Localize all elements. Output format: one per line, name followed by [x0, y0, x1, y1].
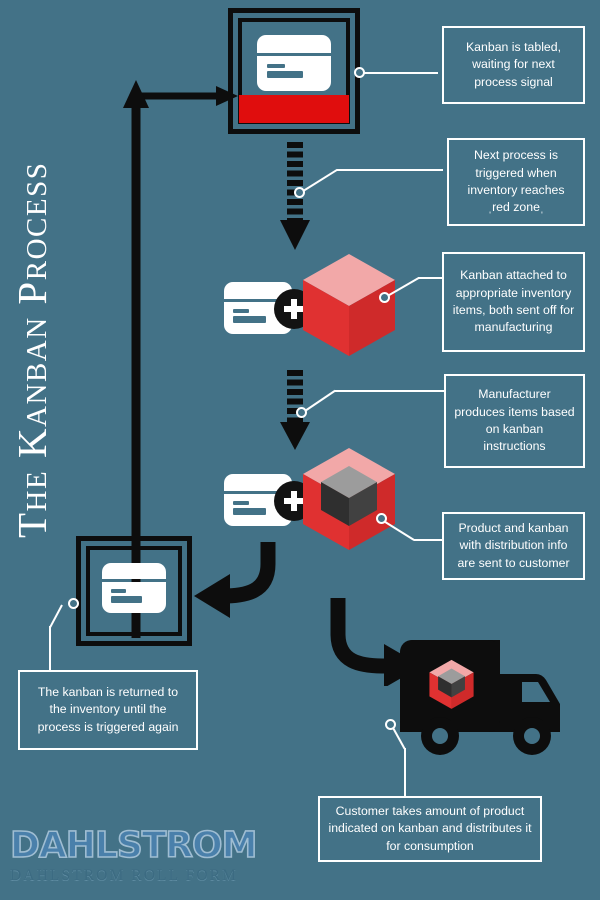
red-zone-band	[239, 95, 349, 123]
callout-3-text: Kanban attached to appropriate inventory…	[452, 268, 575, 335]
inventory-box-red-zone	[228, 8, 360, 134]
infographic-poster: The Kanban Process Kanban is tabled, wai…	[0, 0, 600, 900]
callout-connector-dot-6	[68, 598, 79, 609]
callout-connector-2b	[337, 169, 443, 171]
callout-connector-6a	[48, 604, 63, 629]
inventory-box-returned	[76, 536, 192, 646]
callout-1: Kanban is tabled, waiting for next proce…	[442, 26, 585, 104]
callout-6: The kanban is returned to the inventory …	[18, 670, 198, 750]
page-title-text: The Kanban Process	[8, 161, 55, 538]
kanban-card-icon-4	[102, 563, 166, 613]
callout-1-text: Kanban is tabled, waiting for next proce…	[465, 39, 562, 89]
callout-5: Product and kanban with distribution inf…	[442, 512, 585, 580]
callout-connector-dot-5	[376, 513, 387, 524]
callout-connector-3b	[418, 277, 444, 279]
callout-4: Manufacturer produces items based on kan…	[444, 374, 585, 468]
kanban-card-icon	[257, 35, 331, 91]
callout-3: Kanban attached to appropriate inventory…	[442, 252, 585, 352]
callout-connector-dot-1	[354, 67, 365, 78]
callout-connector-dot-2	[294, 187, 305, 198]
page-title: The Kanban Process	[2, 18, 62, 538]
logo-tagline: DAHLSTROM ROLL FORM	[10, 867, 238, 884]
callout-connector-dot-4	[296, 407, 307, 418]
dahlstrom-logo: DAHLSTROM DAHLSTROM ROLL FORM	[9, 825, 270, 892]
callout-2: Next process is triggered when inventory…	[447, 138, 585, 226]
callout-connector-dot-7	[385, 719, 396, 730]
callout-connector-4b	[335, 390, 445, 392]
callout-6-text: The kanban is returned to the inventory …	[37, 684, 179, 734]
callout-connector-5b	[414, 539, 444, 541]
callout-7: Customer takes amount of product indicat…	[318, 796, 542, 862]
callout-connector-7b	[404, 748, 406, 796]
delivery-truck-icon	[400, 640, 560, 755]
callout-4-text: Manufacturer produces items based on kan…	[454, 387, 575, 454]
callout-connector-6b	[49, 626, 51, 670]
callout-connector-1	[360, 72, 438, 74]
curved-arrow-icon-left	[194, 542, 276, 618]
product-cube-with-items-icon	[303, 448, 395, 550]
product-cube-icon	[303, 254, 395, 356]
callout-connector-dot-3	[379, 292, 390, 303]
callout-5-text: Product and kanban with distribution inf…	[457, 520, 570, 570]
callout-7-text: Customer takes amount of product indicat…	[328, 803, 532, 853]
callout-2-text: Next process is triggered when inventory…	[467, 148, 565, 215]
logo-wordmark: DAHLSTROM	[9, 825, 258, 866]
